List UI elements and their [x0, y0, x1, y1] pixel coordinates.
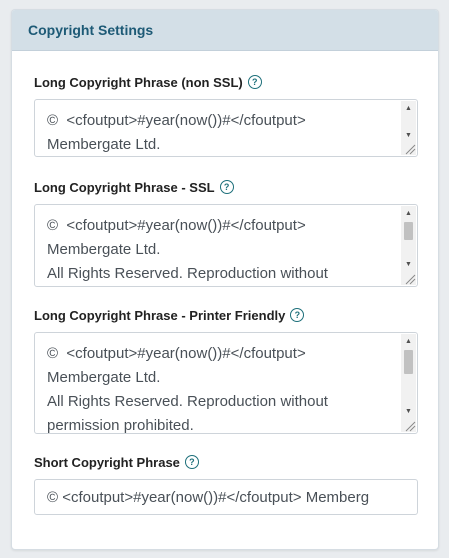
- help-icon[interactable]: ?: [290, 308, 305, 322]
- scrollbar[interactable]: ▲ ▼: [401, 334, 416, 432]
- resize-grip-icon[interactable]: [403, 419, 416, 432]
- panel-title: Copyright Settings: [28, 22, 154, 38]
- scroll-up-arrow-icon[interactable]: ▲: [401, 206, 416, 220]
- field-label: Long Copyright Phrase - Printer Friendly: [34, 307, 286, 323]
- short-copyright-input[interactable]: © <cfoutput>#year(now())#</cfoutput> Mem…: [34, 479, 418, 515]
- scroll-down-arrow-icon[interactable]: ▼: [401, 257, 416, 271]
- scrollbar-thumb[interactable]: [404, 350, 413, 374]
- resize-grip-icon[interactable]: [403, 142, 416, 155]
- input-value: © <cfoutput>#year(now())#</cfoutput> Mem…: [47, 488, 370, 506]
- scroll-down-arrow-icon[interactable]: ▼: [401, 128, 416, 142]
- help-icon[interactable]: ?: [184, 455, 199, 469]
- field-label: Long Copyright Phrase - SSL: [34, 179, 215, 195]
- field-label: Short Copyright Phrase: [34, 454, 180, 470]
- resize-grip-icon[interactable]: [403, 272, 416, 285]
- scroll-up-arrow-icon[interactable]: ▲: [401, 101, 416, 115]
- help-icon[interactable]: ?: [219, 180, 234, 194]
- long-copyright-ssl-textarea[interactable]: © <cfoutput>#year(now())#</cfoutput> Mem…: [34, 204, 418, 287]
- panel-header: Copyright Settings: [12, 10, 438, 51]
- textarea-value: © <cfoutput>#year(now())#</cfoutput> Mem…: [47, 112, 306, 153]
- textarea-value: © <cfoutput>#year(now())#</cfoutput> Mem…: [47, 217, 328, 282]
- long-copyright-non-ssl-textarea[interactable]: © <cfoutput>#year(now())#</cfoutput> Mem…: [34, 99, 418, 157]
- field-long-copyright-non-ssl: Long Copyright Phrase (non SSL) ? © <cfo…: [34, 73, 418, 157]
- scroll-down-arrow-icon[interactable]: ▼: [401, 404, 416, 418]
- field-label: Long Copyright Phrase (non SSL): [34, 74, 243, 90]
- field-long-copyright-printer-friendly: Long Copyright Phrase - Printer Friendly…: [34, 306, 418, 434]
- long-copyright-printer-friendly-textarea[interactable]: © <cfoutput>#year(now())#</cfoutput> Mem…: [34, 332, 418, 434]
- textarea-value: © <cfoutput>#year(now())#</cfoutput> Mem…: [47, 345, 328, 434]
- scrollbar-thumb[interactable]: [404, 222, 413, 240]
- field-long-copyright-ssl: Long Copyright Phrase - SSL ? © <cfoutpu…: [34, 178, 418, 287]
- help-icon[interactable]: ?: [247, 75, 262, 89]
- scroll-up-arrow-icon[interactable]: ▲: [401, 334, 416, 348]
- copyright-settings-panel: Copyright Settings Long Copyright Phrase…: [11, 9, 439, 550]
- field-short-copyright: Short Copyright Phrase ? © <cfoutput>#ye…: [34, 453, 418, 515]
